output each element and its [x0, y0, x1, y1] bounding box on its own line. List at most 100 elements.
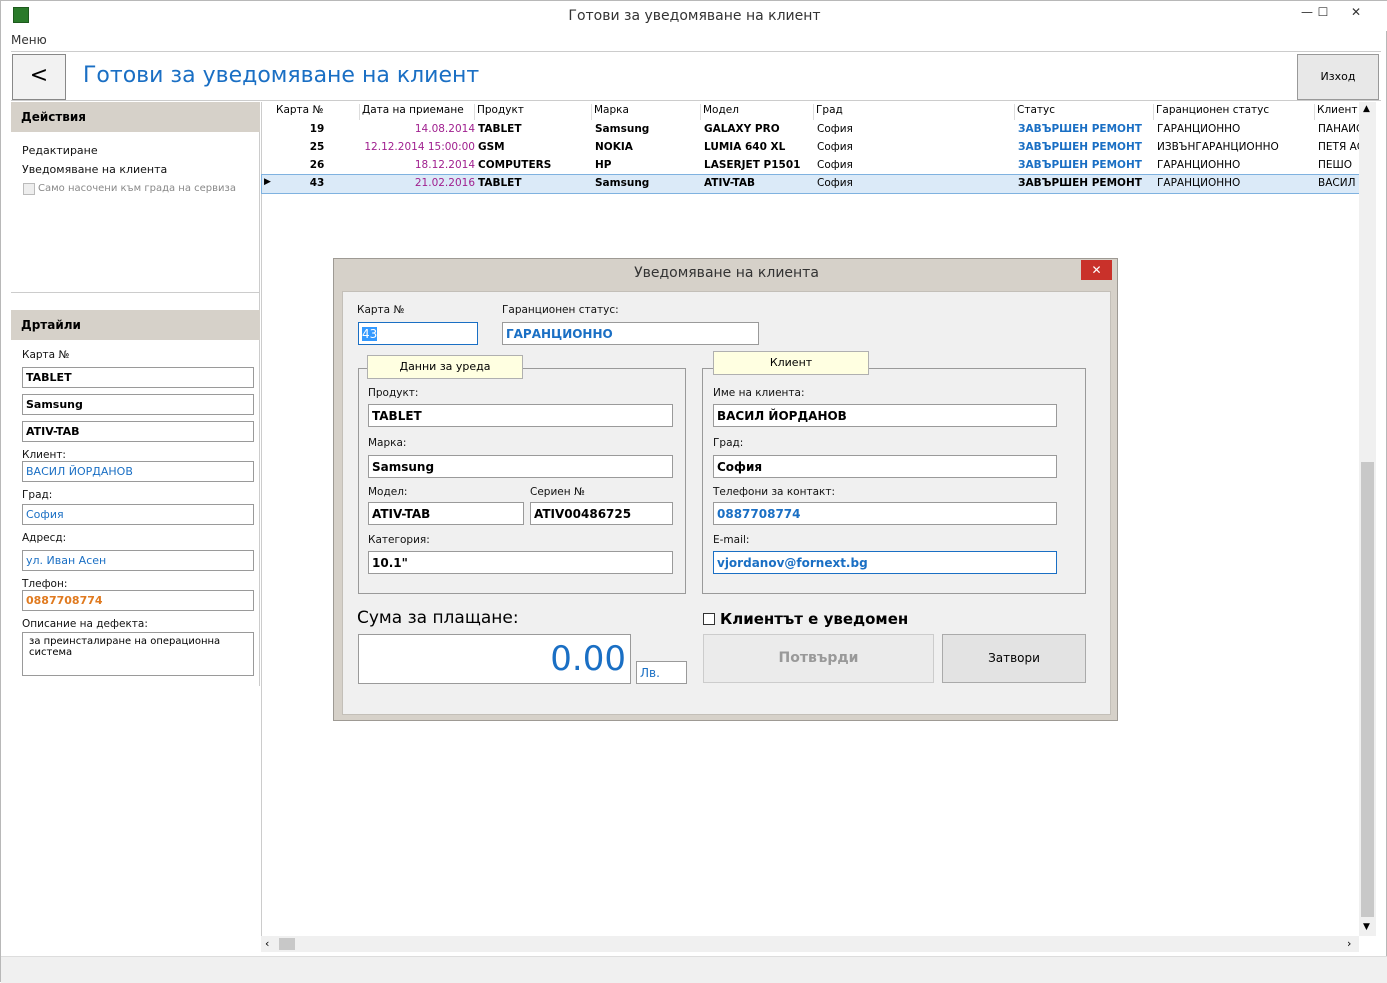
table-row[interactable]: 19 14.08.2014 TABLET Samsung GALAXY PRO София… — [262, 121, 1360, 139]
table-cell: ЗАВЪРШЕН РЕМОНТ — [1018, 159, 1142, 171]
col-header-status[interactable]: Статус — [1015, 104, 1154, 120]
table-cell: HP — [595, 159, 612, 171]
detail-product-field[interactable]: TABLET — [22, 367, 254, 388]
back-button[interactable]: < — [12, 54, 66, 100]
serial-label: Сериен № — [530, 486, 585, 498]
detail-brand-field[interactable]: Samsung — [22, 394, 254, 415]
col-header-city[interactable]: Град — [814, 104, 1015, 120]
table-cell: 26 — [309, 159, 325, 171]
card-field[interactable]: 43 — [358, 322, 478, 345]
table-cell: 14.08.2014 — [414, 123, 475, 135]
serial-field[interactable]: ATIV00486725 — [530, 502, 673, 525]
table-cell: ИЗВЪНГАРАНЦИОННО — [1157, 141, 1279, 153]
detail-address-field[interactable]: ул. Иван Асен — [22, 550, 254, 571]
card-label: Карта № — [357, 304, 405, 316]
title-bar: Готови за уведомяване на клиент — ☐ ✕ — [1, 1, 1387, 31]
table-cell: ЗАВЪРШЕН РЕМОНТ — [1018, 123, 1142, 135]
table-cell: 25 — [309, 141, 325, 153]
table-cell: COMPUTERS — [478, 159, 552, 171]
detail-client-field[interactable]: ВАСИЛ ЙОРДАНОВ — [22, 461, 254, 482]
col-header-warranty[interactable]: Гаранционен статус — [1154, 104, 1315, 120]
only-city-checkbox[interactable] — [23, 183, 35, 195]
window-title: Готови за уведомяване на клиент — [568, 8, 821, 24]
category-field[interactable]: 10.1" — [368, 551, 673, 574]
table-row[interactable]: ▶ 43 21.02.2016 TABLET Samsung ATIV-TAB София З… — [261, 174, 1361, 194]
sum-field[interactable]: 0.00 — [358, 634, 631, 684]
col-header-card[interactable]: Карта № — [274, 104, 360, 120]
email-label: E-mail: — [713, 534, 750, 546]
detail-address-label: Адресд: — [22, 532, 67, 544]
table-cell: София — [817, 141, 853, 153]
sum-label: Сума за плащане: — [357, 608, 519, 628]
notified-label: Клиентът е уведомен — [720, 610, 909, 628]
notified-checkbox[interactable] — [703, 613, 715, 625]
table-row[interactable]: 25 12.12.2014 15:00:00 GSM NOKIA LUMIA 640 X… — [262, 139, 1360, 157]
scroll-up-icon[interactable]: ▲ — [1363, 104, 1370, 114]
only-city-label: Само насочени към града на сервиза — [38, 183, 236, 194]
horizontal-scroll-thumb[interactable] — [279, 938, 295, 950]
table-cell: ПЕШО — [1318, 159, 1353, 171]
detail-model-field[interactable]: ATIV-TAB — [22, 421, 254, 442]
table-cell: ГАРАНЦИОННО — [1157, 123, 1241, 135]
exit-button[interactable]: Изход — [1297, 54, 1379, 100]
maximize-button[interactable]: ☐ — [1307, 1, 1339, 25]
scroll-down-icon[interactable]: ▼ — [1363, 922, 1370, 932]
menu-bar: Меню — [11, 33, 47, 49]
table-cell: Samsung — [595, 123, 650, 135]
detail-card-label: Карта № — [22, 349, 70, 361]
col-header-client[interactable]: Клиент — [1315, 104, 1360, 120]
detail-phone-field[interactable]: 0887708774 — [22, 590, 254, 611]
table-cell: ПЕТЯ АС — [1318, 141, 1360, 153]
grid-header: Карта № Дата на приемане Продукт Марка М… — [262, 102, 1360, 121]
brand-label: Марка: — [368, 437, 407, 449]
detail-city-field[interactable]: София — [22, 504, 254, 525]
action-notify[interactable]: Уведомяване на клиента — [22, 163, 167, 176]
detail-city-label: Град: — [22, 489, 53, 501]
horizontal-scrollbar[interactable]: ‹ › — [261, 936, 1359, 952]
client-city-label: Град: — [713, 437, 744, 449]
product-field[interactable]: TABLET — [368, 404, 673, 427]
table-row[interactable]: 26 18.12.2014 COMPUTERS HP LASERJET P1501 Соф… — [262, 157, 1360, 175]
table-cell: Samsung — [595, 177, 650, 189]
scroll-left-icon[interactable]: ‹ — [265, 937, 269, 950]
client-city-field[interactable]: София — [713, 455, 1057, 478]
vertical-scrollbar[interactable]: ▲ ▼ — [1359, 102, 1376, 936]
table-cell: GSM — [478, 141, 505, 153]
phones-label: Телефони за контакт: — [713, 486, 836, 498]
detail-defect-field[interactable]: за преинсталиране на операционна система — [22, 632, 254, 676]
warranty-field[interactable]: ГАРАНЦИОННО — [502, 322, 759, 345]
action-edit[interactable]: Редактиране — [22, 144, 98, 157]
email-field[interactable]: vjordanov@fornext.bg — [713, 551, 1057, 574]
close-window-button[interactable]: ✕ — [1340, 1, 1372, 25]
table-cell: ГАРАНЦИОННО — [1157, 159, 1241, 171]
dialog-title: Уведомяване на клиента — [634, 265, 819, 281]
col-header-date[interactable]: Дата на приемане — [360, 104, 475, 120]
actions-heading: Действия — [11, 102, 260, 132]
col-header-model[interactable]: Модел — [701, 104, 814, 120]
brand-field[interactable]: Samsung — [368, 455, 673, 478]
table-cell: GALAXY PRO — [704, 123, 780, 135]
close-dialog-button[interactable]: Затвори — [942, 634, 1086, 683]
card-value: 43 — [362, 327, 378, 341]
dialog-close-button[interactable]: ✕ — [1081, 260, 1112, 280]
table-cell: 18.12.2014 — [414, 159, 475, 171]
client-name-label: Име на клиента: — [713, 387, 805, 399]
client-name-field[interactable]: ВАСИЛ ЙОРДАНОВ — [713, 404, 1057, 427]
col-header-brand[interactable]: Марка — [592, 104, 701, 120]
confirm-button[interactable]: Потвърди — [703, 634, 934, 683]
vertical-scroll-thumb[interactable] — [1361, 462, 1374, 917]
warranty-label: Гаранционен статус: — [502, 304, 619, 316]
col-header-product[interactable]: Продукт — [475, 104, 592, 120]
left-panel: Действия Редактиране Уведомяване на клие… — [11, 102, 260, 686]
table-cell: ПАНАЙС — [1318, 123, 1360, 135]
table-cell: 19 — [309, 123, 325, 135]
table-cell: София — [817, 177, 853, 189]
phones-field[interactable]: 0887708774 — [713, 502, 1057, 525]
table-cell: LASERJET P1501 — [704, 159, 801, 171]
dialog-body: Карта № 43 Гаранционен статус: ГАРАНЦИОН… — [342, 291, 1111, 715]
table-cell: ЗАВЪРШЕН РЕМОНТ — [1018, 177, 1142, 189]
scroll-right-icon[interactable]: › — [1347, 937, 1351, 950]
model-field[interactable]: ATIV-TAB — [368, 502, 524, 525]
menu-item[interactable]: Меню — [11, 33, 47, 47]
client-tab: Клиент — [713, 351, 869, 375]
